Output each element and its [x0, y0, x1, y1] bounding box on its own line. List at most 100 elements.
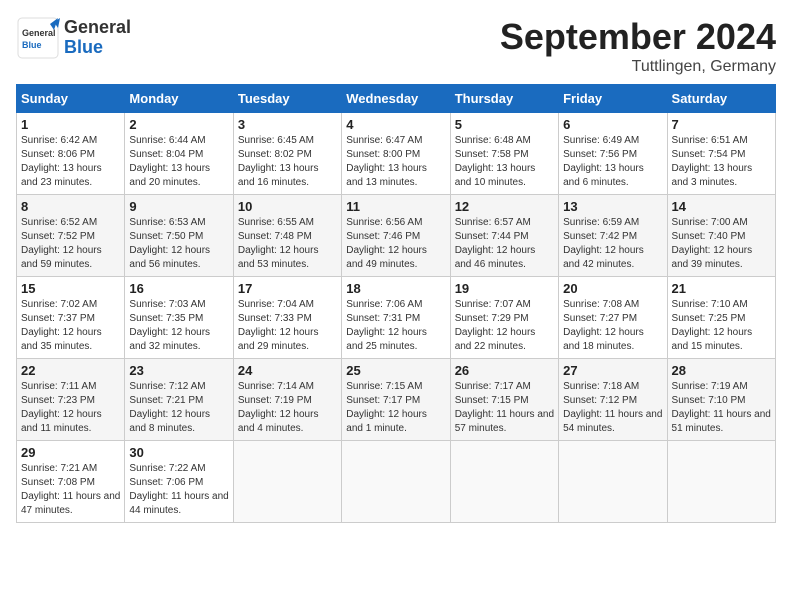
- day-info: Sunrise: 7:12 AMSunset: 7:21 PMDaylight:…: [129, 380, 228, 436]
- day-number: 30: [129, 445, 228, 460]
- day-number: 16: [129, 281, 228, 296]
- day-number: 15: [21, 281, 120, 296]
- calendar-week-5: 29 Sunrise: 7:21 AMSunset: 7:08 PMDayligh…: [17, 441, 776, 523]
- day-number: 12: [455, 199, 554, 214]
- day-info: Sunrise: 7:17 AMSunset: 7:15 PMDaylight:…: [455, 380, 554, 436]
- logo-blue-text: Blue: [64, 38, 131, 58]
- day-info: Sunrise: 6:53 AMSunset: 7:50 PMDaylight:…: [129, 216, 228, 272]
- calendar-cell: 9 Sunrise: 6:53 AMSunset: 7:50 PMDaylight…: [125, 195, 233, 277]
- calendar-cell: 8Sunrise: 6:52 AMSunset: 7:52 PMDaylight…: [17, 195, 125, 277]
- calendar-cell: [559, 441, 667, 523]
- day-number: 18: [346, 281, 445, 296]
- svg-text:Blue: Blue: [22, 40, 42, 50]
- day-info: Sunrise: 7:07 AMSunset: 7:29 PMDaylight:…: [455, 298, 554, 354]
- calendar-cell: 2Sunrise: 6:44 AMSunset: 8:04 PMDaylight…: [125, 113, 233, 195]
- calendar-cell: 19 Sunrise: 7:07 AMSunset: 7:29 PMDayligh…: [450, 277, 558, 359]
- calendar-cell: 4 Sunrise: 6:47 AMSunset: 8:00 PMDaylight…: [342, 113, 450, 195]
- day-number: 23: [129, 363, 228, 378]
- day-info: Sunrise: 6:42 AMSunset: 8:06 PMDaylight:…: [21, 134, 120, 190]
- day-info: Sunrise: 6:49 AMSunset: 7:56 PMDaylight:…: [563, 134, 662, 190]
- calendar-cell: [450, 441, 558, 523]
- day-number: 4: [346, 117, 445, 132]
- location-title: Tuttlingen, Germany: [500, 58, 776, 76]
- day-number: 17: [238, 281, 337, 296]
- title-area: September 2024 Tuttlingen, Germany: [500, 16, 776, 76]
- calendar-cell: 13 Sunrise: 6:59 AMSunset: 7:42 PMDayligh…: [559, 195, 667, 277]
- month-title: September 2024: [500, 16, 776, 58]
- calendar-cell: 26 Sunrise: 7:17 AMSunset: 7:15 PMDayligh…: [450, 359, 558, 441]
- day-info: Sunrise: 7:03 AMSunset: 7:35 PMDaylight:…: [129, 298, 228, 354]
- calendar-week-4: 22 Sunrise: 7:11 AMSunset: 7:23 PMDayligh…: [17, 359, 776, 441]
- calendar-cell: 7Sunrise: 6:51 AMSunset: 7:54 PMDaylight…: [667, 113, 775, 195]
- day-info: Sunrise: 7:22 AMSunset: 7:06 PMDaylight:…: [129, 462, 228, 518]
- day-info: Sunrise: 7:18 AMSunset: 7:12 PMDaylight:…: [563, 380, 662, 436]
- day-info: Sunrise: 7:06 AMSunset: 7:31 PMDaylight:…: [346, 298, 445, 354]
- day-info: Sunrise: 6:47 AMSunset: 8:00 PMDaylight:…: [346, 134, 445, 190]
- day-number: 21: [672, 281, 771, 296]
- calendar-cell: 3Sunrise: 6:45 AMSunset: 8:02 PMDaylight…: [233, 113, 341, 195]
- calendar-cell: 18 Sunrise: 7:06 AMSunset: 7:31 PMDayligh…: [342, 277, 450, 359]
- calendar-table: SundayMondayTuesdayWednesdayThursdayFrid…: [16, 84, 776, 523]
- day-number: 1: [21, 117, 120, 132]
- calendar-cell: 22 Sunrise: 7:11 AMSunset: 7:23 PMDayligh…: [17, 359, 125, 441]
- day-number: 9: [129, 199, 228, 214]
- page-header: General Blue General Blue September 2024…: [16, 16, 776, 76]
- calendar-cell: [667, 441, 775, 523]
- calendar-cell: 24Sunrise: 7:14 AMSunset: 7:19 PMDayligh…: [233, 359, 341, 441]
- day-info: Sunrise: 7:21 AMSunset: 7:08 PMDaylight:…: [21, 462, 120, 518]
- calendar-cell: 1 Sunrise: 6:42 AMSunset: 8:06 PMDaylight…: [17, 113, 125, 195]
- calendar-cell: [233, 441, 341, 523]
- weekday-header-monday: Monday: [125, 85, 233, 113]
- day-info: Sunrise: 7:10 AMSunset: 7:25 PMDaylight:…: [672, 298, 771, 354]
- day-info: Sunrise: 6:57 AMSunset: 7:44 PMDaylight:…: [455, 216, 554, 272]
- day-number: 6: [563, 117, 662, 132]
- day-number: 20: [563, 281, 662, 296]
- day-number: 19: [455, 281, 554, 296]
- weekday-header-wednesday: Wednesday: [342, 85, 450, 113]
- calendar-header: SundayMondayTuesdayWednesdayThursdayFrid…: [17, 85, 776, 113]
- weekday-header-friday: Friday: [559, 85, 667, 113]
- day-info: Sunrise: 6:55 AMSunset: 7:48 PMDaylight:…: [238, 216, 337, 272]
- calendar-cell: 10 Sunrise: 6:55 AMSunset: 7:48 PMDayligh…: [233, 195, 341, 277]
- day-number: 10: [238, 199, 337, 214]
- day-number: 25: [346, 363, 445, 378]
- logo-icon: General Blue: [16, 16, 60, 60]
- svg-text:General: General: [22, 28, 56, 38]
- day-info: Sunrise: 6:51 AMSunset: 7:54 PMDaylight:…: [672, 134, 771, 190]
- calendar-cell: 30 Sunrise: 7:22 AMSunset: 7:06 PMDayligh…: [125, 441, 233, 523]
- day-number: 11: [346, 199, 445, 214]
- calendar-cell: 21 Sunrise: 7:10 AMSunset: 7:25 PMDayligh…: [667, 277, 775, 359]
- calendar-week-1: 1 Sunrise: 6:42 AMSunset: 8:06 PMDaylight…: [17, 113, 776, 195]
- day-info: Sunrise: 6:44 AMSunset: 8:04 PMDaylight:…: [129, 134, 228, 190]
- day-info: Sunrise: 6:52 AMSunset: 7:52 PMDaylight:…: [21, 216, 120, 272]
- calendar-cell: 14Sunrise: 7:00 AMSunset: 7:40 PMDayligh…: [667, 195, 775, 277]
- weekday-header-saturday: Saturday: [667, 85, 775, 113]
- calendar-week-2: 8Sunrise: 6:52 AMSunset: 7:52 PMDaylight…: [17, 195, 776, 277]
- calendar-cell: 15 Sunrise: 7:02 AMSunset: 7:37 PMDayligh…: [17, 277, 125, 359]
- day-number: 3: [238, 117, 337, 132]
- day-number: 26: [455, 363, 554, 378]
- day-number: 13: [563, 199, 662, 214]
- calendar-cell: 11 Sunrise: 6:56 AMSunset: 7:46 PMDayligh…: [342, 195, 450, 277]
- day-info: Sunrise: 7:11 AMSunset: 7:23 PMDaylight:…: [21, 380, 120, 436]
- calendar-cell: 16 Sunrise: 7:03 AMSunset: 7:35 PMDayligh…: [125, 277, 233, 359]
- day-info: Sunrise: 7:14 AMSunset: 7:19 PMDaylight:…: [238, 380, 337, 436]
- calendar-cell: 29 Sunrise: 7:21 AMSunset: 7:08 PMDayligh…: [17, 441, 125, 523]
- calendar-cell: 6 Sunrise: 6:49 AMSunset: 7:56 PMDaylight…: [559, 113, 667, 195]
- day-info: Sunrise: 6:48 AMSunset: 7:58 PMDaylight:…: [455, 134, 554, 190]
- calendar-cell: 25Sunrise: 7:15 AMSunset: 7:17 PMDayligh…: [342, 359, 450, 441]
- day-info: Sunrise: 7:00 AMSunset: 7:40 PMDaylight:…: [672, 216, 771, 272]
- day-info: Sunrise: 6:56 AMSunset: 7:46 PMDaylight:…: [346, 216, 445, 272]
- weekday-header-sunday: Sunday: [17, 85, 125, 113]
- day-number: 29: [21, 445, 120, 460]
- day-info: Sunrise: 7:02 AMSunset: 7:37 PMDaylight:…: [21, 298, 120, 354]
- calendar-cell: 12 Sunrise: 6:57 AMSunset: 7:44 PMDayligh…: [450, 195, 558, 277]
- day-number: 22: [21, 363, 120, 378]
- calendar-cell: 27Sunrise: 7:18 AMSunset: 7:12 PMDayligh…: [559, 359, 667, 441]
- calendar-week-3: 15 Sunrise: 7:02 AMSunset: 7:37 PMDayligh…: [17, 277, 776, 359]
- day-info: Sunrise: 7:08 AMSunset: 7:27 PMDaylight:…: [563, 298, 662, 354]
- calendar-cell: [342, 441, 450, 523]
- calendar-cell: 17Sunrise: 7:04 AMSunset: 7:33 PMDayligh…: [233, 277, 341, 359]
- day-info: Sunrise: 6:59 AMSunset: 7:42 PMDaylight:…: [563, 216, 662, 272]
- logo-general-text: General: [64, 18, 131, 38]
